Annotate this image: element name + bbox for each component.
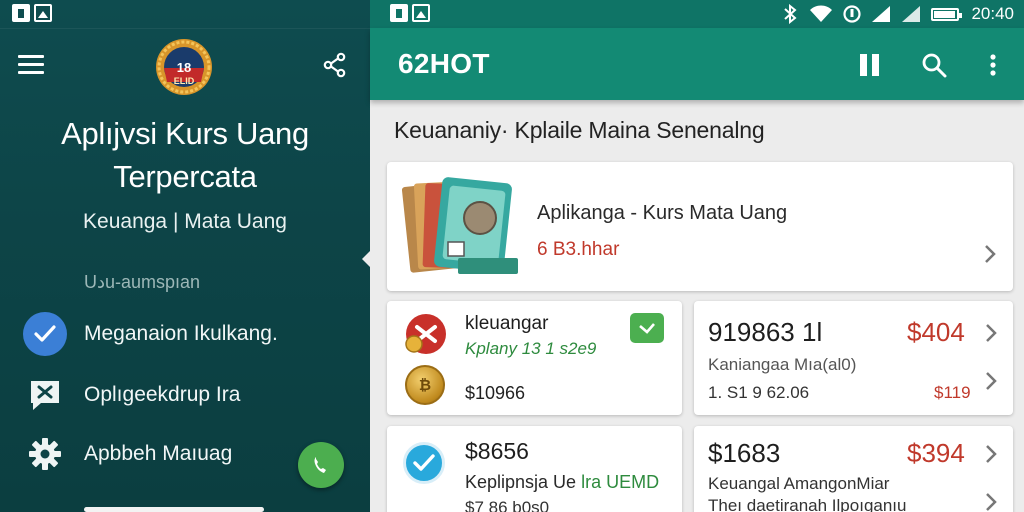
card-c-text-green: lra UEMD [581,472,660,492]
chat-bubble-icon [31,381,59,410]
card-d-price: $394 [907,438,965,468]
drawer-item-1[interactable]: Meganaion Ikulkang. [22,309,342,359]
chevron-right-icon [985,245,996,263]
app-logo-badge: 18 ELID [155,38,213,96]
check-circle-icon [23,312,67,356]
battery-icon [931,7,963,21]
card-b-price: $404 [907,317,965,347]
drawer-item-2[interactable]: Oplıgeekdrup Ira [22,370,342,420]
card-c-text-plain: Keplipnsja Ue [465,472,582,492]
page-heading: Keuananiy· Kplaile Maina Senenalng [394,117,765,143]
image-notification-icon [412,4,430,22]
card-c-footer: $7 86 b0s0 [465,498,550,512]
navigation-drawer: 18 ELID Aplıjvsi Kurs Uang Terpercata Ke… [0,0,370,512]
card-d-value: $1683 [708,438,781,468]
drawer-status-icons [12,4,52,24]
search-icon [922,53,947,78]
currency-card-d[interactable]: $1683 $394 Keuangal AmangonMiar Theı dae… [694,426,1013,512]
notification-icon [12,4,30,22]
card-c-text: Keplipnsja Ue lra UEMD [465,472,659,493]
drawer-title-line2: Terpercata [113,159,257,194]
currency-card-a[interactable]: kleuangar Kplany 13 1 s2e9 ₿ $10966 [387,301,682,415]
card-a-name: kleuangar [465,313,549,334]
currency-card-b[interactable]: 919863 1l $404 Kaniangaa Mıa(al0) 1. S1 … [694,301,1013,415]
coin-icon: ₿ [405,365,445,405]
alarm-icon [843,5,862,23]
image-notification-icon [34,4,52,22]
drawer-title: Aplıjvsi Kurs Uang Terpercata [0,112,370,198]
drawer-item-label: Apbbeh Maıuag [84,442,233,465]
call-fab-button[interactable] [298,442,344,488]
gear-icon [29,438,61,470]
menu-icon[interactable] [18,55,44,75]
confirm-button[interactable] [630,313,664,343]
signal-icon-2 [902,6,921,22]
verified-icon [403,442,445,484]
chevron-right-icon [986,493,997,511]
red-currency-icon [405,314,446,354]
pause-icon [860,54,879,76]
card-b-value: 919863 1l [708,317,823,347]
card-a-rate: Kplany 13 1 s2e9 [465,339,597,358]
hero-title: Aplikanga - Kurs Mata Uang [537,202,788,224]
search-button[interactable] [919,50,949,80]
more-vert-icon [990,54,996,76]
badge-number: 18 [176,60,192,75]
drawer-section-label: Uدu-aumspıan [84,272,201,292]
main-app: 20:40 62HOT Keuananiy· Kplaile Maina Sen… [370,0,1024,512]
drawer-item-3[interactable]: Apbbeh Maıuag [22,429,342,479]
status-bar: 20:40 [370,0,1024,28]
chevron-right-icon [986,372,997,390]
card-d-footer: Theı daetiranah Ilpoıganıu [708,496,907,512]
phone-icon [314,457,326,473]
app-toolbar: 62HOT [370,28,1024,100]
notification-icon [390,4,408,22]
bluetooth-icon [784,4,797,24]
card-b-small-price: $119 [934,383,971,402]
more-options-button[interactable] [978,50,1008,80]
wifi-icon [810,5,833,22]
drawer-item-label: Meganaion Ikulkang. [84,322,278,345]
card-b-number: 1. S1 9 62.06 [708,383,810,402]
drawer-item-label: Oplıgeekdrup Ira [84,383,241,406]
signal-icon [872,6,891,22]
hero-subtitle: 6 B3.hhar [537,239,620,260]
share-icon[interactable] [322,52,348,78]
check-icon [639,323,655,334]
currency-card-c[interactable]: $8656 Keplipnsja Ue lra UEMD $7 86 b0s0 [387,426,682,512]
chevron-right-icon [986,445,997,463]
drawer-subtitle: Keuanga | Mata Uang [83,210,287,233]
chevron-right-icon [986,324,997,342]
hero-card[interactable]: Aplikanga - Kurs Mata Uang 6 B3.hhar [387,162,1013,291]
money-illustration [402,177,518,274]
badge-sub-label: ELID [173,76,195,86]
app-title: 62HOT [398,48,490,79]
drawer-edge-notch [362,250,370,268]
status-time: 20:40 [971,4,1014,23]
pause-button[interactable] [855,50,885,80]
card-c-amount: $8656 [465,438,529,464]
divider [0,28,370,29]
card-d-label: Keuangal AmangonMiar [708,474,890,493]
card-a-amount: $10966 [465,383,526,403]
card-b-label: Kaniangaa Mıa(al0) [708,355,857,374]
home-indicator [84,507,264,512]
drawer-title-line1: Aplıjvsi Kurs Uang [61,116,309,151]
